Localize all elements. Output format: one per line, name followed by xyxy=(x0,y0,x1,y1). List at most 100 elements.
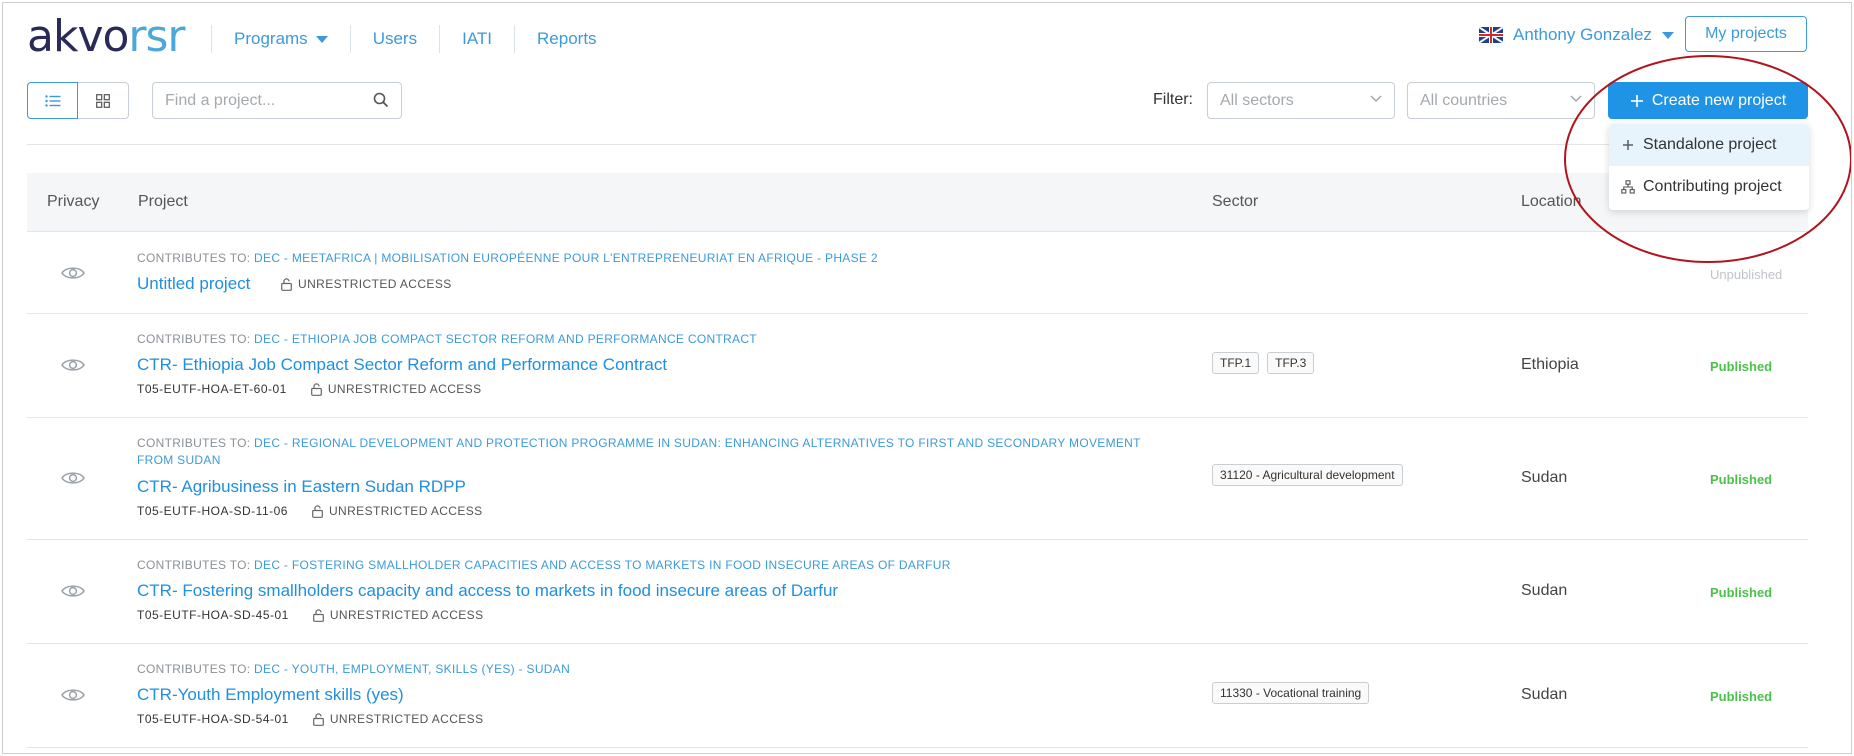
toolbar-divider xyxy=(27,144,1808,145)
search-input[interactable] xyxy=(153,83,353,118)
caret-down-icon xyxy=(1661,31,1674,39)
contributes-to-prefix: CONTRIBUTES TO: xyxy=(137,251,255,265)
parent-project-link[interactable]: DEC - MEETAFRICA | MOBILISATION EUROPÉEN… xyxy=(254,251,878,265)
nav-users[interactable]: Users xyxy=(349,25,439,53)
search-icon[interactable] xyxy=(373,92,389,108)
table-row[interactable]: CONTRIBUTES TO: DEC - ETHIOPIA JOB COMPA… xyxy=(27,314,1808,418)
contributes-to: CONTRIBUTES TO: DEC - YOUTH, EMPLOYMENT,… xyxy=(137,661,1157,678)
menu-item-contributing-project[interactable]: Contributing project xyxy=(1609,166,1809,208)
access-label: UNRESTRICTED ACCESS xyxy=(310,382,482,396)
status-badge: Published xyxy=(1710,585,1773,600)
project-title-link[interactable]: Untitled project xyxy=(137,274,250,294)
access-text: UNRESTRICTED ACCESS xyxy=(298,277,452,291)
countries-select-value: All countries xyxy=(1420,92,1508,109)
chevron-down-icon xyxy=(1370,95,1382,103)
nav-programs-label: Programs xyxy=(234,29,308,48)
sector-tag: 31120 - Agricultural development xyxy=(1212,464,1403,486)
header-project[interactable]: Project xyxy=(138,193,188,211)
my-projects-button[interactable]: My projects xyxy=(1685,16,1807,52)
table-row[interactable]: CONTRIBUTES TO: DEC - FOSTERING SMALLHOL… xyxy=(27,540,1808,644)
access-label: UNRESTRICTED ACCESS xyxy=(312,608,484,622)
project-meta: T05-EUTF-HOA-ET-60-01 UNRESTRICTED ACCES… xyxy=(137,382,481,396)
sector-tag: TFP.1 xyxy=(1212,352,1260,374)
list-view-button[interactable] xyxy=(27,82,78,119)
parent-project-link[interactable]: DEC - YOUTH, EMPLOYMENT, SKILLS (YES) - … xyxy=(254,662,570,676)
project-code: T05-EUTF-HOA-SD-11-06 xyxy=(137,504,288,518)
eye-icon[interactable] xyxy=(61,357,85,373)
logo-rsr: rsr xyxy=(128,11,185,62)
project-title-link[interactable]: CTR- Ethiopia Job Compact Sector Reform … xyxy=(137,355,667,375)
nav-iati-label: IATI xyxy=(462,29,493,48)
user-name: Anthony Gonzalez xyxy=(1513,25,1652,44)
project-meta: T05-EUTF-HOA-SD-11-06 UNRESTRICTED ACCES… xyxy=(137,504,483,518)
chevron-down-icon xyxy=(1570,95,1582,103)
menu-item-standalone-project[interactable]: Standalone project xyxy=(1609,124,1809,166)
status-badge: Published xyxy=(1710,359,1773,374)
parent-project-link[interactable]: DEC - REGIONAL DEVELOPMENT AND PROTECTIO… xyxy=(137,436,1141,467)
unlock-icon xyxy=(310,382,322,396)
view-toggle xyxy=(27,82,129,119)
project-title-link[interactable]: CTR- Fostering smallholders capacity and… xyxy=(137,581,838,601)
table-row[interactable]: CONTRIBUTES TO: DEC - REGIONAL DEVELOPME… xyxy=(27,418,1808,540)
plus-icon xyxy=(1623,140,1633,150)
grid-view-button[interactable] xyxy=(78,82,129,119)
menu-item-standalone-label: Standalone project xyxy=(1643,136,1777,153)
akvo-rsr-logo[interactable]: akvorsr xyxy=(27,15,186,59)
project-code: T05-EUTF-HOA-SD-54-01 xyxy=(137,712,289,726)
filter-label: Filter: xyxy=(1153,91,1193,108)
project-meta: T05-EUTF-HOA-SD-54-01 UNRESTRICTED ACCES… xyxy=(137,712,483,726)
access-label: UNRESTRICTED ACCESS xyxy=(312,712,484,726)
sector-tag: TFP.3 xyxy=(1267,352,1315,374)
top-nav: akvorsr Programs Users IATI Reports Anth… xyxy=(3,3,1851,73)
access-text: UNRESTRICTED ACCESS xyxy=(329,712,484,726)
nav-links: Programs Users IATI Reports xyxy=(211,25,619,53)
eye-icon[interactable] xyxy=(61,265,85,281)
sectors-select[interactable]: All sectors xyxy=(1207,82,1395,119)
hierarchy-icon xyxy=(1621,180,1635,194)
contributes-to: CONTRIBUTES TO: DEC - REGIONAL DEVELOPME… xyxy=(137,435,1157,469)
nav-reports[interactable]: Reports xyxy=(514,25,619,53)
sector-tags: 11330 - Vocational training xyxy=(1212,682,1370,704)
table-row[interactable]: CONTRIBUTES TO: DEC - YOUTH, EMPLOYMENT,… xyxy=(27,644,1808,748)
caret-down-icon xyxy=(315,35,328,43)
nav-users-label: Users xyxy=(372,29,418,48)
table-row[interactable]: CONTRIBUTES TO: DEC - MEETAFRICA | MOBIL… xyxy=(27,233,1808,314)
table-header: Privacy Project Sector Location xyxy=(27,173,1808,232)
nav-programs[interactable]: Programs xyxy=(211,25,350,53)
location-text: Sudan xyxy=(1521,582,1568,599)
location-text: Sudan xyxy=(1521,469,1568,486)
sector-tags: TFP.1 TFP.3 xyxy=(1212,352,1315,374)
eye-icon[interactable] xyxy=(61,583,85,599)
create-new-project-button[interactable]: Create new project xyxy=(1608,82,1808,119)
access-text: UNRESTRICTED ACCESS xyxy=(327,382,482,396)
grid-icon xyxy=(96,93,110,108)
access-text: UNRESTRICTED ACCESS xyxy=(328,504,483,518)
status-badge: Published xyxy=(1710,689,1773,704)
contributes-to-prefix: CONTRIBUTES TO: xyxy=(137,436,255,450)
unlock-icon xyxy=(312,504,323,518)
header-privacy[interactable]: Privacy xyxy=(47,193,99,211)
contributes-to: CONTRIBUTES TO: DEC - ETHIOPIA JOB COMPA… xyxy=(137,331,1157,348)
location-text: Ethiopia xyxy=(1521,356,1579,373)
list-icon xyxy=(44,94,60,107)
nav-reports-label: Reports xyxy=(537,29,597,48)
parent-project-link[interactable]: DEC - ETHIOPIA JOB COMPACT SECTOR REFORM… xyxy=(254,332,757,346)
plus-icon xyxy=(1630,94,1643,107)
nav-iati[interactable]: IATI xyxy=(439,25,514,53)
eye-icon[interactable] xyxy=(61,687,85,703)
eye-icon[interactable] xyxy=(61,470,85,486)
header-location[interactable]: Location xyxy=(1521,193,1582,211)
user-menu[interactable]: Anthony Gonzalez xyxy=(1479,25,1674,45)
create-new-project-label: Create new project xyxy=(1651,91,1787,109)
project-title-link[interactable]: CTR-Youth Employment skills (yes) xyxy=(137,685,404,705)
contributes-to: CONTRIBUTES TO: DEC - MEETAFRICA | MOBIL… xyxy=(137,250,1157,267)
countries-select[interactable]: All countries xyxy=(1407,82,1595,119)
status-badge: Published xyxy=(1710,472,1773,487)
project-title-link[interactable]: CTR- Agribusiness in Eastern Sudan RDPP xyxy=(137,477,466,497)
logo-akvo: akvo xyxy=(27,11,129,62)
sectors-select-value: All sectors xyxy=(1220,92,1294,109)
header-sector[interactable]: Sector xyxy=(1212,193,1258,211)
project-meta: T05-EUTF-HOA-SD-45-01 UNRESTRICTED ACCES… xyxy=(137,608,483,622)
parent-project-link[interactable]: DEC - FOSTERING SMALLHOLDER CAPACITIES A… xyxy=(254,558,951,572)
access-text: UNRESTRICTED ACCESS xyxy=(329,608,484,622)
